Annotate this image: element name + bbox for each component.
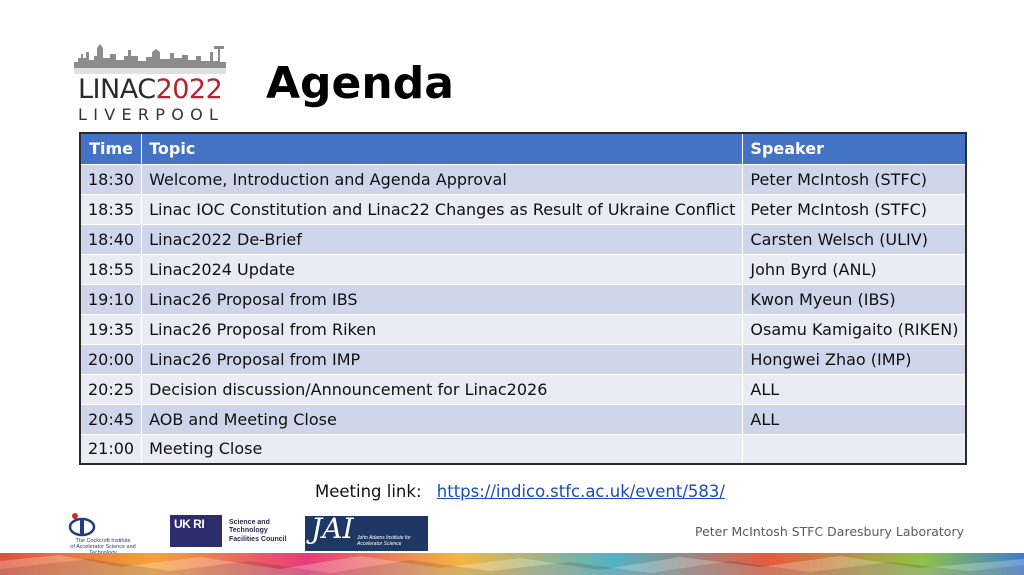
table-row: 18:30 Welcome, Introduction and Agenda A… xyxy=(79,163,967,195)
row-speaker: Carsten Welsch (ULIV) xyxy=(742,223,967,255)
jai-name: John Adams Institute for Accelerator Sci… xyxy=(357,535,411,547)
row-topic: Linac2024 Update xyxy=(141,253,744,285)
row-time: 18:40 xyxy=(79,223,143,255)
row-topic: Linac26 Proposal from Riken xyxy=(141,313,744,345)
logo-city: LIVERPOOL xyxy=(78,105,225,124)
row-speaker: Peter McIntosh (STFC) xyxy=(742,193,967,225)
row-topic: Meeting Close xyxy=(141,433,744,465)
row-topic: Welcome, Introduction and Agenda Approva… xyxy=(141,163,744,195)
meeting-link[interactable]: https://indico.stfc.ac.uk/event/583/ xyxy=(437,482,725,501)
row-time: 21:00 xyxy=(79,433,143,465)
jai-logo: JAI John Adams Institute for Accelerator… xyxy=(305,512,428,551)
header-time: Time xyxy=(79,132,143,165)
stfc-name: Science and Technology Facilities Counci… xyxy=(229,519,287,543)
linac2022-logo: LINAC2022 LIVERPOOL xyxy=(70,40,230,126)
row-speaker: ALL xyxy=(742,373,967,405)
row-topic: Linac26 Proposal from IBS xyxy=(141,283,744,315)
header-topic: Topic xyxy=(141,132,744,165)
page-title: Agenda xyxy=(266,58,454,109)
table-row: 19:35 Linac26 Proposal from Riken Osamu … xyxy=(79,313,967,345)
row-topic: Linac2022 De-Brief xyxy=(141,223,744,255)
table-row: 20:00 Linac26 Proposal from IMP Hongwei … xyxy=(79,343,967,375)
row-speaker: Kwon Myeun (IBS) xyxy=(742,283,967,315)
row-time: 19:10 xyxy=(79,283,143,315)
row-time: 20:25 xyxy=(79,373,143,405)
row-speaker: John Byrd (ANL) xyxy=(742,253,967,285)
table-row: 21:00 Meeting Close xyxy=(79,433,967,465)
row-topic: Linac IOC Constitution and Linac22 Chang… xyxy=(141,193,744,225)
table-header-row: Time Topic Speaker xyxy=(79,132,967,165)
row-speaker: ALL xyxy=(742,403,967,435)
table-row: 18:55 Linac2024 Update John Byrd (ANL) xyxy=(79,253,967,285)
row-time: 20:00 xyxy=(79,343,143,375)
logo-year: 2022 xyxy=(155,74,223,105)
meeting-label: Meeting link: xyxy=(315,482,422,501)
table-row: 18:40 Linac2022 De-Brief Carsten Welsch … xyxy=(79,223,967,255)
row-speaker: Osamu Kamigaito (RIKEN) xyxy=(742,313,967,345)
cockcroft-emblem-icon xyxy=(68,513,96,537)
row-time: 19:35 xyxy=(79,313,143,345)
row-topic: AOB and Meeting Close xyxy=(141,403,744,435)
agenda-table: Time Topic Speaker 18:30 Welcome, Introd… xyxy=(79,132,968,465)
row-time: 20:45 xyxy=(79,403,143,435)
row-time: 18:55 xyxy=(79,253,143,285)
footer-credit: Peter McIntosh STFC Daresbury Laboratory xyxy=(695,524,964,539)
meeting-line: Meeting link: https://indico.stfc.ac.uk/… xyxy=(315,482,725,501)
table-row: 20:25 Decision discussion/Announcement f… xyxy=(79,373,967,405)
ukri-mark: UK RI xyxy=(174,517,205,531)
row-speaker: Hongwei Zhao (IMP) xyxy=(742,343,967,375)
header-speaker: Speaker xyxy=(742,132,967,165)
cockcroft-institute-logo: The Cockcroft Institute of Accelerator S… xyxy=(66,512,140,556)
row-time: 18:35 xyxy=(79,193,143,225)
row-topic: Linac26 Proposal from IMP xyxy=(141,343,744,375)
row-speaker: Peter McIntosh (STFC) xyxy=(742,163,967,195)
ukri-logo: UK RI xyxy=(170,515,222,547)
row-speaker xyxy=(742,433,967,465)
table-row: 18:35 Linac IOC Constitution and Linac22… xyxy=(79,193,967,225)
table-row: 20:45 AOB and Meeting Close ALL xyxy=(79,403,967,435)
row-topic: Decision discussion/Announcement for Lin… xyxy=(141,373,744,405)
jai-mark: JAI xyxy=(311,512,354,545)
table-row: 19:10 Linac26 Proposal from IBS Kwon Mye… xyxy=(79,283,967,315)
slide: LINAC2022 LIVERPOOL Agenda Time Topic Sp… xyxy=(0,0,1024,575)
row-time: 18:30 xyxy=(79,163,143,195)
decorative-stripe xyxy=(0,553,1024,575)
logo-wordmark: LINAC2022 xyxy=(78,74,223,105)
